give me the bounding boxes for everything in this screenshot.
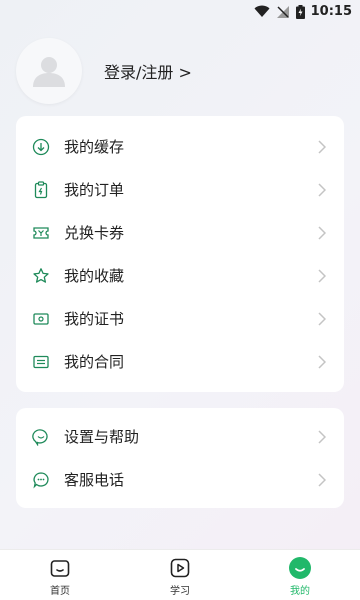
chevron-right-icon xyxy=(318,472,326,487)
tab-label-home: 首页 xyxy=(50,586,70,597)
menu-item-favorites[interactable]: 我的收藏 xyxy=(16,254,344,297)
tab-label-study: 学习 xyxy=(170,586,190,597)
profile-icon xyxy=(288,556,312,580)
menu-label-certificates: 我的证书 xyxy=(64,310,125,328)
menu-card-support: 设置与帮助 客服电话 xyxy=(16,408,344,508)
no-signal-icon xyxy=(276,5,289,18)
menu-label-coupons: 兑换卡券 xyxy=(64,224,125,242)
star-icon xyxy=(32,267,50,285)
chevron-right-icon xyxy=(318,268,326,283)
play-icon xyxy=(168,556,192,580)
certificate-icon xyxy=(32,310,50,328)
user-avatar-icon xyxy=(33,57,65,87)
chevron-right-icon xyxy=(318,182,326,197)
avatar[interactable] xyxy=(16,38,82,104)
tab-mine[interactable]: 我的 xyxy=(240,550,360,600)
menu-label-settings-help: 设置与帮助 xyxy=(64,428,140,446)
tab-home[interactable]: 首页 xyxy=(0,550,120,600)
chevron-right-icon xyxy=(318,225,326,240)
bottom-tab-bar: 首页 学习 我的 xyxy=(0,549,360,600)
chevron-right-icon xyxy=(318,139,326,154)
order-icon xyxy=(32,180,50,199)
battery-icon xyxy=(295,4,305,19)
menu-item-contracts[interactable]: 我的合同 xyxy=(16,340,344,383)
chevron-right-icon xyxy=(318,354,326,369)
profile-header[interactable]: 登录/注册 > xyxy=(16,38,344,104)
status-icons: 10:15 xyxy=(254,4,352,19)
menu-item-coupons[interactable]: 兑换卡券 xyxy=(16,211,344,254)
wifi-icon xyxy=(254,5,270,17)
home-icon xyxy=(48,556,72,580)
tab-label-mine: 我的 xyxy=(290,586,310,597)
service-chat-icon xyxy=(32,471,50,489)
download-icon xyxy=(32,138,50,156)
status-bar: 10:15 xyxy=(0,0,360,24)
chevron-right-icon xyxy=(318,311,326,326)
menu-item-service-phone[interactable]: 客服电话 xyxy=(16,458,344,501)
settings-help-icon xyxy=(32,428,50,446)
menu-item-orders[interactable]: 我的订单 xyxy=(16,168,344,211)
menu-label-service-phone: 客服电话 xyxy=(64,471,125,489)
menu-item-certificates[interactable]: 我的证书 xyxy=(16,297,344,340)
menu-item-settings-help[interactable]: 设置与帮助 xyxy=(16,415,344,458)
menu-item-cache[interactable]: 我的缓存 xyxy=(16,125,344,168)
contract-icon xyxy=(32,353,50,371)
chevron-right-icon xyxy=(318,429,326,444)
status-time: 10:15 xyxy=(310,4,352,19)
coupon-icon xyxy=(32,224,50,242)
tab-study[interactable]: 学习 xyxy=(120,550,240,600)
login-register-link[interactable]: 登录/注册 > xyxy=(104,59,192,83)
menu-label-contracts: 我的合同 xyxy=(64,353,125,371)
menu-label-favorites: 我的收藏 xyxy=(64,267,125,285)
menu-card-main: 我的缓存 我的订单 兑换卡券 我的收藏 我的证书 我的合同 xyxy=(16,116,344,392)
menu-label-cache: 我的缓存 xyxy=(64,138,125,156)
menu-label-orders: 我的订单 xyxy=(64,181,125,199)
